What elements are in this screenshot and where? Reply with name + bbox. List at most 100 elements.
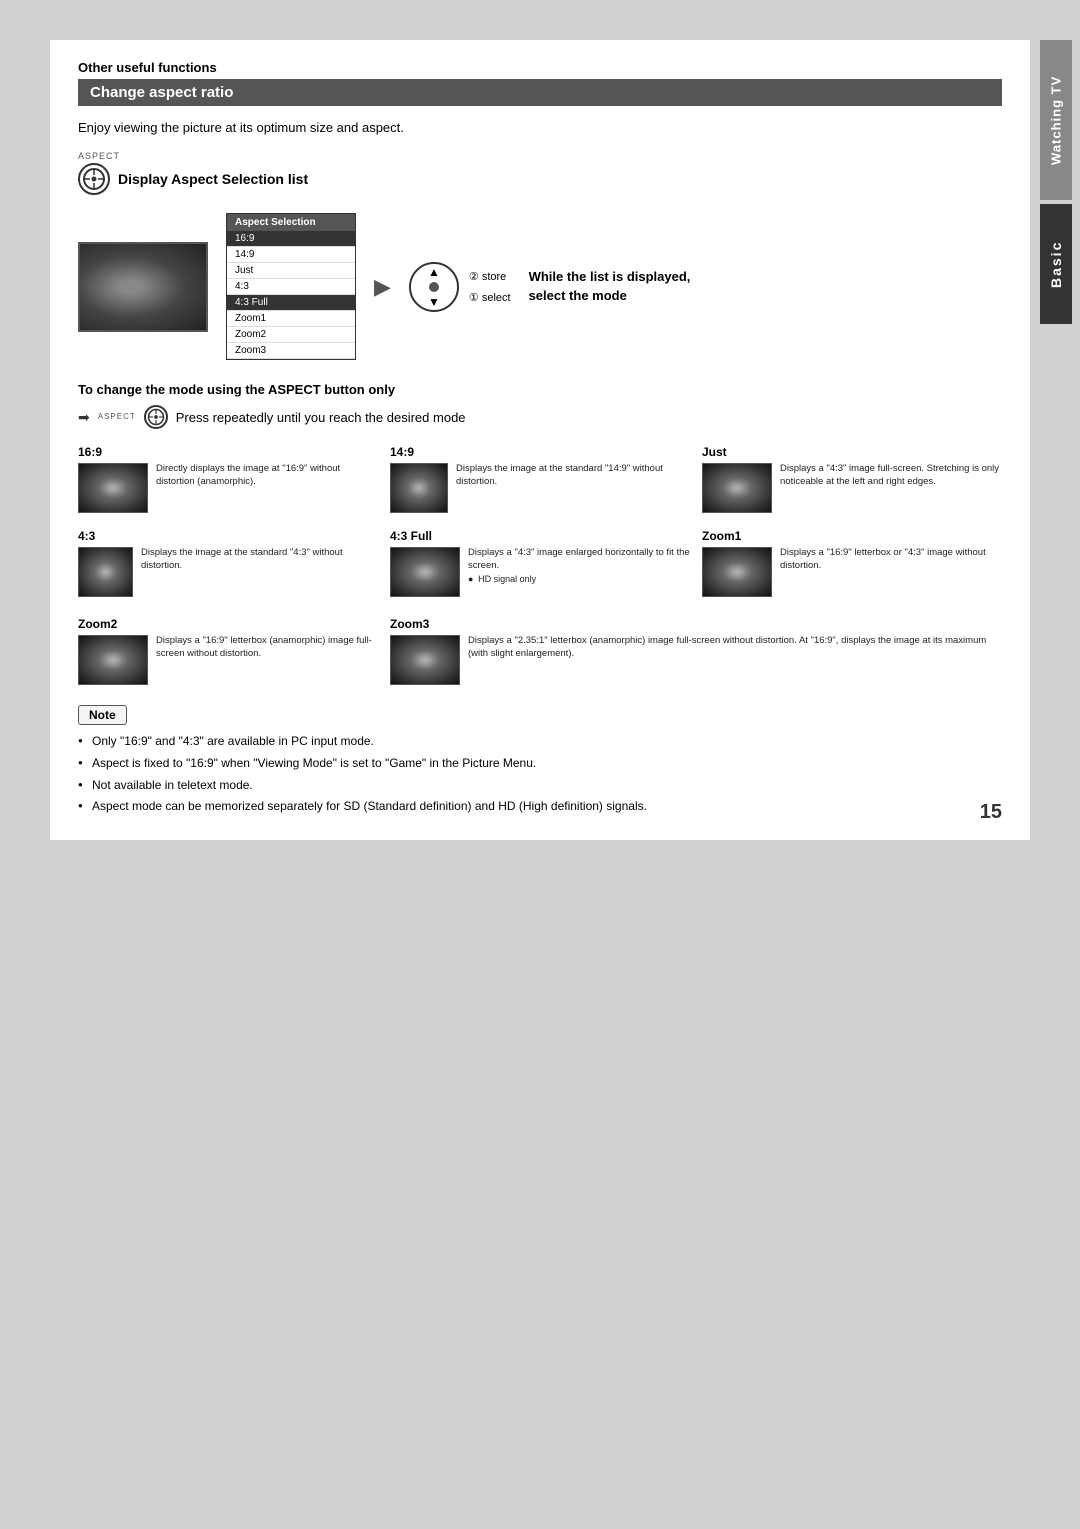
remote-control-diagram: ▲ ▼ ② store ① select [409, 262, 511, 312]
while-list-text: While the list is displayed,select the m… [529, 268, 691, 304]
note-label: Note [78, 705, 127, 725]
mode-row-zoom3: Displays a "2.35:1" letterbox (anamorphi… [390, 635, 1002, 685]
mode-item-149: 14:9 Displays the image at the standard … [390, 445, 690, 513]
mode-thumb-zoom2 [78, 635, 148, 685]
tv-preview-thumbnail [78, 242, 208, 332]
modes-grid: 16:9 Directly displays the image at "16:… [78, 445, 1002, 597]
mode-label-zoom1: Zoom1 [702, 529, 1002, 543]
mode-thumb-43 [78, 547, 133, 597]
flower-43full [391, 548, 459, 596]
tv-preview-flower [80, 244, 206, 330]
page-number: 15 [980, 801, 1002, 824]
remote-center-dot [429, 282, 439, 292]
mode-row-just: Displays a "4:3" image full-screen. Stre… [702, 463, 1002, 513]
intro-text: Enjoy viewing the picture at its optimum… [78, 120, 1002, 135]
note-item-2: Aspect is fixed to "16:9" when "Viewing … [78, 755, 1002, 772]
aspect-button-small-icon [144, 405, 168, 429]
notes-list: Only "16:9" and "4:3" are available in P… [78, 733, 1002, 815]
aspect-item-zoom2[interactable]: Zoom2 [227, 327, 355, 343]
mode-thumb-zoom1 [702, 547, 772, 597]
mode-item-169: 16:9 Directly displays the image at "16:… [78, 445, 378, 513]
mode-desc-149: Displays the image at the standard "14:9… [456, 463, 690, 489]
demo-area: Aspect Selection 16:9 14:9 Just 4:3 4:3 … [78, 213, 1002, 360]
mode-thumb-149 [390, 463, 448, 513]
remote-labels: ② store ① select [469, 270, 511, 304]
tab-watching: Watching TV [1040, 40, 1072, 200]
mode-label-43full: 4:3 Full [390, 529, 690, 543]
mode-desc-just: Displays a "4:3" image full-screen. Stre… [780, 463, 1002, 489]
mode-thumb-zoom3 [390, 635, 460, 685]
aspect-button-icon [78, 163, 110, 195]
mode-row-43: Displays the image at the standard "4:3"… [78, 547, 378, 597]
mode-label-169: 16:9 [78, 445, 378, 459]
flower-zoom1 [703, 548, 771, 596]
mode-thumb-169 [78, 463, 148, 513]
note-item-1: Only "16:9" and "4:3" are available in P… [78, 733, 1002, 750]
mode-label-just: Just [702, 445, 1002, 459]
mode-desc-43: Displays the image at the standard "4:3"… [141, 547, 378, 573]
mode-item-zoom3: Zoom3 Displays a "2.35:1" letterbox (ana… [390, 617, 1002, 685]
flower-wide-169 [79, 464, 147, 512]
mode-thumb-just [702, 463, 772, 513]
arrow-right-icon: ▶ [374, 274, 391, 300]
note-item-4: Aspect mode can be memorized separately … [78, 798, 1002, 815]
note-section: Note Only "16:9" and "4:3" are available… [78, 705, 1002, 815]
press-row: ➡ ASPECT Press repeatedly until you reac… [78, 405, 1002, 429]
mode-label-149: 14:9 [390, 445, 690, 459]
mode-row-169: Directly displays the image at "16:9" wi… [78, 463, 378, 513]
mode-desc-zoom3: Displays a "2.35:1" letterbox (anamorphi… [468, 635, 1002, 661]
remote-circle: ▲ ▼ [409, 262, 459, 312]
flower-43 [79, 548, 132, 596]
mode-label-43: 4:3 [78, 529, 378, 543]
aspect-item-zoom3[interactable]: Zoom3 [227, 343, 355, 359]
mode-row-zoom2: Displays a "16:9" letterbox (anamorphic)… [78, 635, 378, 685]
display-aspect-title: Display Aspect Selection list [118, 171, 308, 187]
mode-label-zoom3: Zoom3 [390, 617, 1002, 631]
mode-item-zoom1: Zoom1 Displays a "16:9" letterbox or "4:… [702, 529, 1002, 597]
flower-zoom3 [391, 636, 459, 684]
change-mode-title: To change the mode using the ASPECT butt… [78, 382, 1002, 397]
aspect-item-149[interactable]: 14:9 [227, 247, 355, 263]
header-bar: Change aspect ratio [78, 79, 1002, 106]
mode-row-zoom1: Displays a "16:9" letterbox or "4:3" ima… [702, 547, 1002, 597]
mode-row-149: Displays the image at the standard "14:9… [390, 463, 690, 513]
mode-desc-zoom2: Displays a "16:9" letterbox (anamorphic)… [156, 635, 378, 661]
aspect-display-section: ASPECT Display Aspect Selection list [78, 151, 1002, 195]
section-title: Other useful functions [78, 60, 1002, 75]
mode-label-zoom2: Zoom2 [78, 617, 378, 631]
select-label: ① select [469, 291, 511, 304]
aspect-small-label: ASPECT [98, 412, 136, 421]
aspect-item-43full[interactable]: 4:3 Full [227, 295, 355, 311]
mode-item-zoom2: Zoom2 Displays a "16:9" letterbox (anamo… [78, 617, 378, 685]
remote-arrow-down: ▼ [428, 296, 440, 308]
store-label: ② store [469, 270, 511, 283]
flower-149 [391, 464, 447, 512]
aspect-item-just[interactable]: Just [227, 263, 355, 279]
aspect-item-169[interactable]: 16:9 [227, 231, 355, 247]
mode-thumb-43full [390, 547, 460, 597]
flower-just [703, 464, 771, 512]
tab-basic: Basic [1040, 204, 1072, 324]
zoom-modes-grid: Zoom2 Displays a "16:9" letterbox (anamo… [78, 617, 1002, 685]
aspect-selection-box: Aspect Selection 16:9 14:9 Just 4:3 4:3 … [226, 213, 356, 360]
display-aspect-row: Display Aspect Selection list [78, 163, 1002, 195]
mode-item-just: Just Displays a "4:3" image full-screen.… [702, 445, 1002, 513]
mode-desc-43full: Displays a "4:3" image enlarged horizont… [468, 547, 690, 586]
mode-row-43full: Displays a "4:3" image enlarged horizont… [390, 547, 690, 597]
page-wrapper: Watching TV Basic Other useful functions… [50, 40, 1030, 840]
note-item-3: Not available in teletext mode. [78, 777, 1002, 794]
aspect-selection-header: Aspect Selection [227, 214, 355, 231]
circle-grid-small-icon [147, 408, 165, 426]
mode-desc-169: Directly displays the image at "16:9" wi… [156, 463, 378, 489]
circle-grid-icon [82, 167, 106, 191]
mode-desc-zoom1: Displays a "16:9" letterbox or "4:3" ima… [780, 547, 1002, 573]
main-content: Other useful functions Change aspect rat… [50, 40, 1030, 840]
remote-arrow-up: ▲ [428, 266, 440, 278]
press-text: Press repeatedly until you reach the des… [176, 410, 466, 425]
flower-zoom2 [79, 636, 147, 684]
aspect-item-43[interactable]: 4:3 [227, 279, 355, 295]
arrow-bullet-icon: ➡ [78, 409, 90, 426]
aspect-item-zoom1[interactable]: Zoom1 [227, 311, 355, 327]
sidebar-tabs: Watching TV Basic [1040, 40, 1072, 640]
mode-item-43full: 4:3 Full Displays a "4:3" image enlarged… [390, 529, 690, 597]
